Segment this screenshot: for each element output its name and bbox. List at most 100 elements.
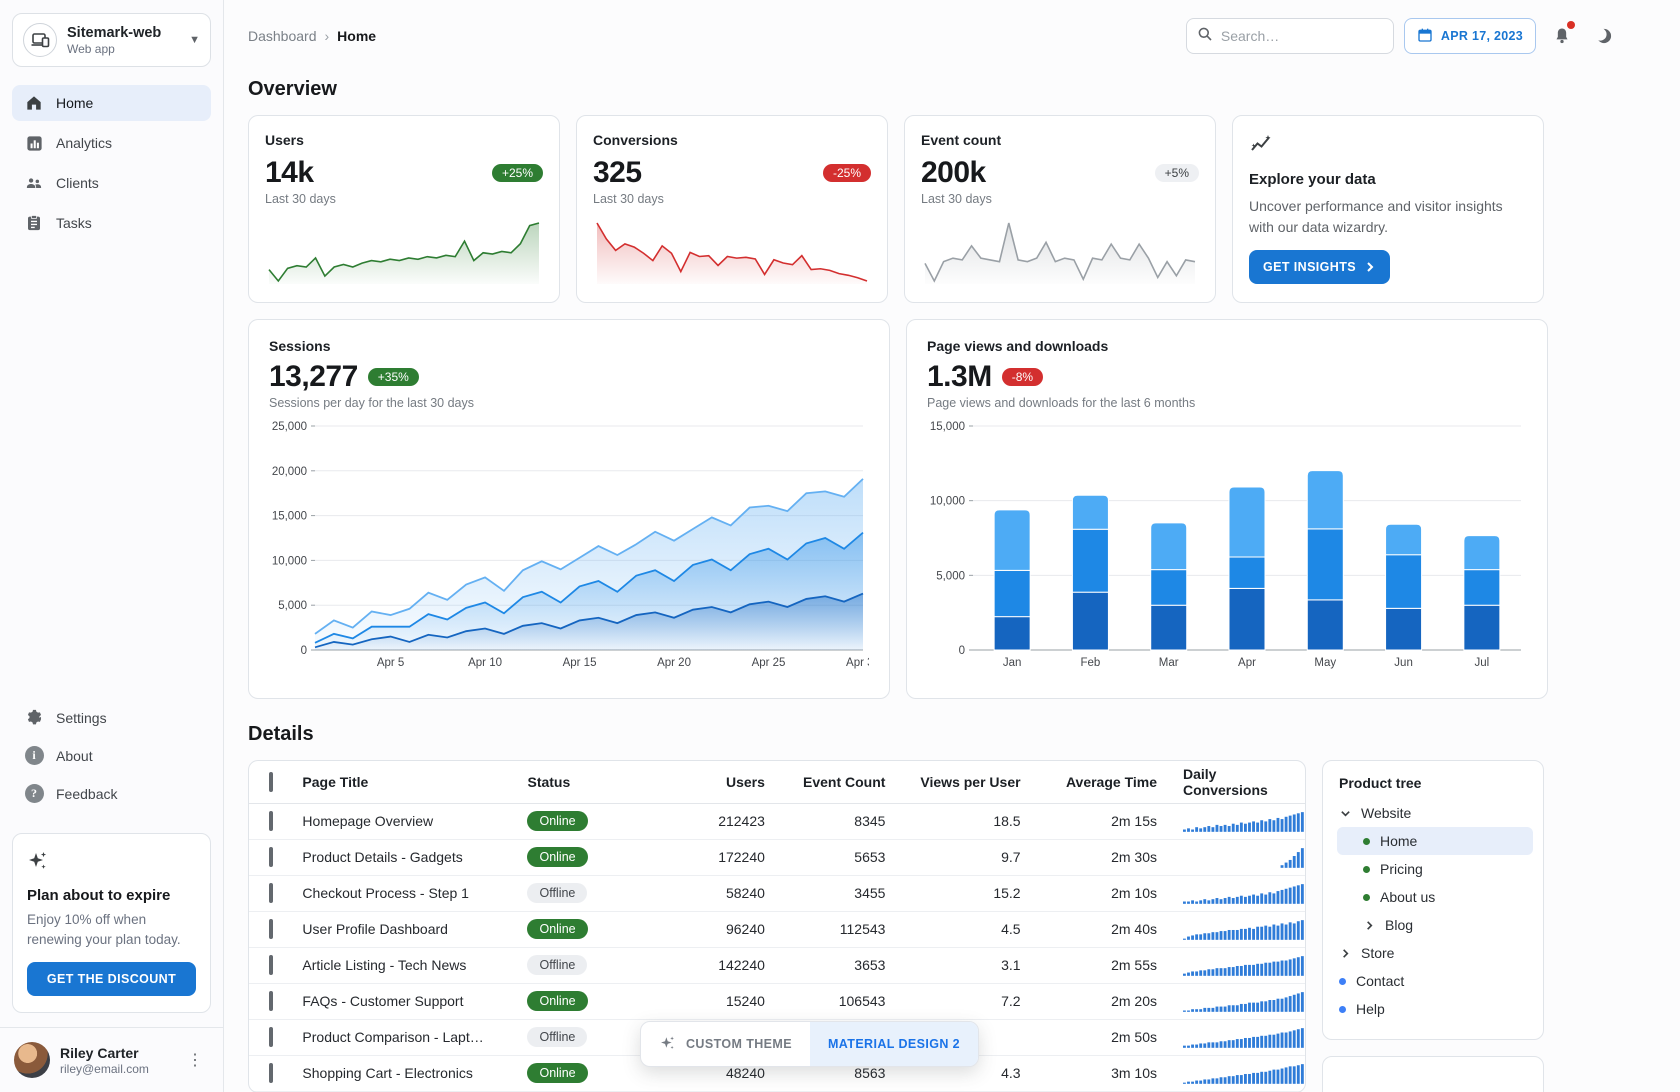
select-all-checkbox[interactable] — [269, 772, 273, 792]
stat-card-event-count[interactable]: Event count 200k +5% Last 30 days — [904, 115, 1216, 303]
cell-average-time: 2m 20s — [1021, 983, 1157, 1019]
row-checkbox[interactable] — [269, 811, 273, 831]
workspace-select[interactable]: Sitemark-web Web app ▼ — [12, 13, 211, 67]
cell-average-time: 2m 15s — [1021, 803, 1157, 839]
row-checkbox[interactable] — [269, 1063, 273, 1083]
users-sparkline — [265, 216, 543, 291]
svg-text:Apr 5: Apr 5 — [377, 657, 405, 669]
plan-card-title: Plan about to expire — [27, 887, 196, 904]
material-design-2-option[interactable]: MATERIAL DESIGN 2 — [810, 1022, 978, 1066]
cell-page-title: Checkout Process - Step 1 — [302, 875, 527, 911]
svg-text:Jul: Jul — [1475, 657, 1490, 669]
cell-views-per-user: 3.1 — [885, 947, 1020, 983]
tree-item-label: Home — [1380, 833, 1417, 849]
status-chip: Offline — [527, 955, 587, 975]
row-checkbox[interactable] — [269, 991, 273, 1011]
cell-users: 212423 — [656, 803, 765, 839]
col-header-daily-conversions[interactable]: Daily Conversions — [1157, 761, 1305, 803]
pageviews-bar-chart[interactable]: 05,00010,00015,000JanFebMarAprMayJunJul — [927, 418, 1527, 675]
row-checkbox[interactable] — [269, 919, 273, 939]
col-header-event-count[interactable]: Event Count — [765, 761, 886, 803]
cell-views-per-user: 18.5 — [885, 803, 1020, 839]
sidebar-item-analytics[interactable]: Analytics — [12, 125, 211, 161]
page-header: Dashboard › Home APR 17, 2023 — [248, 16, 1620, 56]
tree-item-pricing[interactable]: Pricing — [1337, 855, 1533, 883]
date-picker-button[interactable]: APR 17, 2023 — [1404, 18, 1536, 54]
breadcrumb-root[interactable]: Dashboard — [248, 28, 317, 44]
search-input[interactable] — [1221, 28, 1383, 44]
sidebar-item-feedback[interactable]: ? Feedback — [12, 777, 211, 811]
stat-cards-row: Users 14k +25% Last 30 days Conversions … — [248, 115, 1544, 303]
tree-item-home[interactable]: Home — [1337, 827, 1533, 855]
chart-value: 13,277 — [269, 360, 358, 394]
bell-icon — [1552, 26, 1572, 46]
table-row[interactable]: Product Details - GadgetsOnline172240565… — [249, 839, 1305, 875]
cell-users: 172240 — [656, 839, 765, 875]
col-header-status[interactable]: Status — [527, 761, 656, 803]
get-discount-button[interactable]: GET THE DISCOUNT — [27, 962, 196, 996]
secondary-nav: Settings i About ? Feedback — [0, 693, 223, 819]
sidebar-item-home[interactable]: Home — [12, 85, 211, 121]
table-row[interactable]: Homepage OverviewOnline212423834518.52m … — [249, 803, 1305, 839]
tree-item-about-us[interactable]: About us — [1337, 883, 1533, 911]
blue-dot-icon — [1339, 978, 1346, 985]
row-checkbox[interactable] — [269, 883, 273, 903]
svg-text:15,000: 15,000 — [272, 511, 307, 523]
row-checkbox[interactable] — [269, 955, 273, 975]
tree-item-blog[interactable]: Blog — [1337, 911, 1533, 939]
sparkle-icon — [659, 1034, 677, 1055]
notifications-button[interactable] — [1546, 20, 1578, 52]
status-badge: Offline — [527, 875, 656, 911]
tree-item-website[interactable]: Website — [1337, 799, 1533, 827]
daily-conversions-sparkline — [1183, 989, 1305, 1013]
blue-dot-icon — [1339, 1006, 1346, 1013]
sidebar-item-label: Tasks — [56, 215, 92, 231]
product-tree-card: Product tree Website Home Pricing About … — [1322, 760, 1544, 1040]
svg-text:Apr 15: Apr 15 — [563, 657, 597, 669]
custom-theme-option[interactable]: CUSTOM THEME — [641, 1022, 810, 1066]
sidebar-item-settings[interactable]: Settings — [12, 701, 211, 735]
search-input-wrap — [1186, 18, 1394, 54]
sessions-chart-card: Sessions 13,277 +35% Sessions per day fo… — [248, 319, 890, 699]
col-header-views-per-user[interactable]: Views per User — [885, 761, 1020, 803]
kebab-menu-icon[interactable]: ⋮ — [181, 1048, 209, 1072]
table-row[interactable]: FAQs - Customer SupportOnline15240106543… — [249, 983, 1305, 1019]
table-row[interactable]: Article Listing - Tech NewsOffline142240… — [249, 947, 1305, 983]
cell-users: 142240 — [656, 947, 765, 983]
row-checkbox[interactable] — [269, 847, 273, 867]
sidebar-item-tasks[interactable]: Tasks — [12, 205, 211, 241]
col-header-page-title[interactable]: Page Title — [302, 761, 527, 803]
sessions-area-chart[interactable]: 05,00010,00015,00020,00025,000Apr 5Apr 1… — [269, 418, 869, 675]
status-chip: Online — [527, 1063, 587, 1083]
table-row[interactable]: Checkout Process - Step 1Offline58240345… — [249, 875, 1305, 911]
status-badge: Online — [527, 983, 656, 1019]
trend-badge: -25% — [823, 164, 871, 182]
stat-card-conversions[interactable]: Conversions 325 -25% Last 30 days — [576, 115, 888, 303]
cell-page-title: User Profile Dashboard — [302, 911, 527, 947]
cell-event-count: 112543 — [765, 911, 886, 947]
tree-item-contact[interactable]: Contact — [1337, 967, 1533, 995]
get-insights-button[interactable]: GET INSIGHTS — [1249, 250, 1390, 284]
col-header-users[interactable]: Users — [656, 761, 765, 803]
chevron-right-icon — [1339, 948, 1351, 959]
sidebar-item-about[interactable]: i About — [12, 739, 211, 773]
promo-body: Uncover performance and visitor insights… — [1249, 196, 1527, 238]
tree-item-label: Blog — [1385, 917, 1413, 933]
dark-mode-toggle[interactable] — [1588, 20, 1620, 52]
table-row[interactable]: User Profile DashboardOnline962401125434… — [249, 911, 1305, 947]
clipboard-icon — [24, 213, 44, 233]
daily-conversions-sparkline — [1183, 809, 1305, 833]
user-name: Riley Carter — [60, 1045, 171, 1061]
search-icon — [1197, 26, 1213, 47]
sidebar-item-clients[interactable]: Clients — [12, 165, 211, 201]
row-checkbox[interactable] — [269, 1027, 273, 1047]
svg-text:5,000: 5,000 — [278, 600, 307, 612]
cell-views-per-user: 15.2 — [885, 875, 1020, 911]
custom-theme-label: CUSTOM THEME — [686, 1037, 792, 1051]
tree-item-help[interactable]: Help — [1337, 995, 1533, 1023]
stat-card-users[interactable]: Users 14k +25% Last 30 days — [248, 115, 560, 303]
tree-item-store[interactable]: Store — [1337, 939, 1533, 967]
stat-title: Users — [265, 132, 543, 148]
col-header-average-time[interactable]: Average Time — [1021, 761, 1157, 803]
sidebar-item-label: Home — [56, 95, 93, 111]
